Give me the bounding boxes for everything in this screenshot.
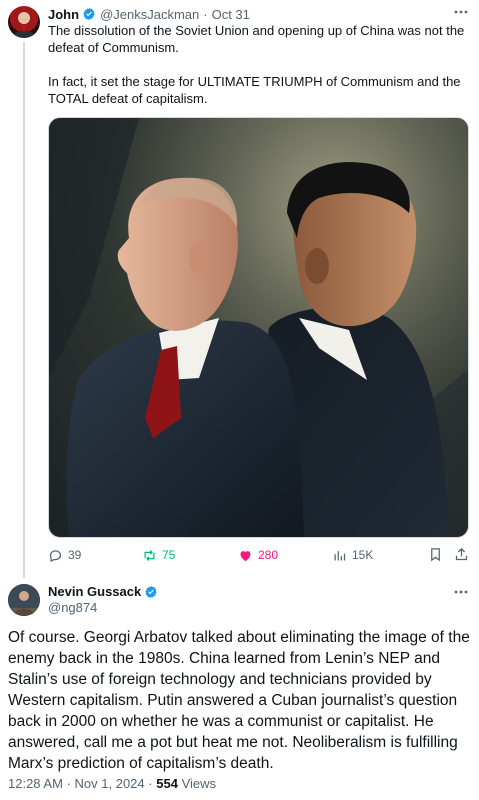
tweet-text: The dissolution of the Soviet Union and … (48, 22, 468, 107)
author-handle[interactable]: @ng874 (48, 600, 97, 615)
repost-button[interactable]: 75 (142, 545, 175, 565)
parent-tweet[interactable]: John @JenksJackman · Oct 31 The dissolut… (0, 0, 479, 578)
share-icon[interactable] (454, 547, 469, 562)
author-handle[interactable]: @JenksJackman (100, 7, 199, 22)
reply-author-row: Nevin Gussack (48, 584, 162, 599)
like-button[interactable]: 280 (238, 545, 278, 565)
tweet-header: John @JenksJackman · Oct 31 (48, 5, 250, 23)
portrait-painting (49, 118, 468, 537)
separator: · (148, 776, 153, 791)
thread-line (23, 42, 25, 578)
repost-icon (144, 549, 155, 561)
tweet-paragraph: The dissolution of the Soviet Union and … (48, 23, 465, 55)
verified-badge-icon (83, 7, 95, 21)
views-button[interactable]: 15K (332, 545, 373, 565)
separator: · (203, 6, 208, 22)
separator: · (66, 776, 71, 791)
tweet-date[interactable]: Oct 31 (212, 7, 250, 22)
view-count: 15K (352, 548, 374, 562)
tweet-image[interactable] (48, 117, 469, 538)
views-count: 554 (156, 776, 178, 791)
bookmark-icon[interactable] (428, 547, 443, 562)
more-icon[interactable] (452, 4, 470, 20)
tweet-time[interactable]: 12:28 AM (8, 776, 63, 791)
tweet-paragraph: In fact, it set the stage for ULTIMATE T… (48, 74, 461, 106)
author-name[interactable]: Nevin Gussack (48, 584, 141, 599)
tweet-metadata: 12:28 AM · Nov 1, 2024 · 554 Views (8, 776, 216, 791)
author-name[interactable]: John (48, 7, 79, 22)
views-label: Views (181, 776, 217, 791)
reply-count: 39 (68, 548, 82, 562)
reply-button[interactable]: 39 (48, 545, 81, 565)
tweet-date[interactable]: Nov 1, 2024 (75, 776, 145, 791)
avatar[interactable] (8, 584, 40, 616)
like-icon (240, 550, 251, 561)
like-count: 280 (258, 548, 279, 562)
reply-text: Of course. Georgi Arbatov talked about e… (8, 629, 470, 772)
more-icon[interactable] (452, 584, 470, 600)
avatar[interactable] (8, 6, 40, 38)
verified-badge-icon (145, 585, 157, 598)
repost-count: 75 (162, 548, 176, 562)
reply-icon (49, 549, 62, 562)
views-icon (334, 550, 346, 560)
tweet-actions: 39 75 280 15K (48, 545, 469, 565)
